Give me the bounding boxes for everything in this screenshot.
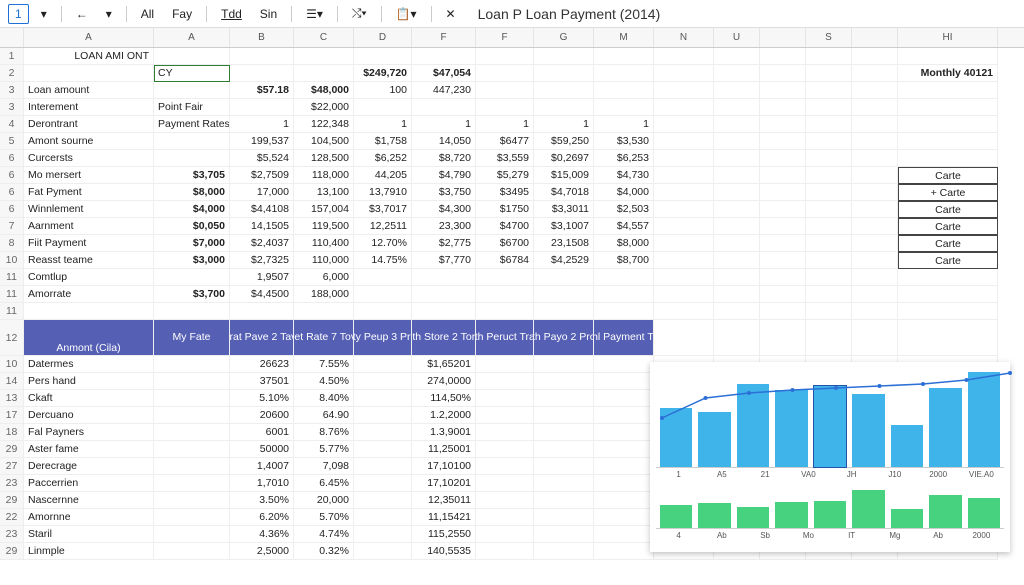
shuffle-icon[interactable]: ⤭▾ — [346, 4, 373, 23]
filter-sin[interactable]: Sin — [254, 5, 283, 23]
col-F1[interactable]: F — [412, 28, 476, 47]
col-B[interactable]: B — [230, 28, 294, 47]
document-title: Loan P Loan Payment (2014) — [478, 6, 661, 22]
list-icon[interactable]: ☰▾ — [300, 5, 329, 23]
chart-lower-bars — [656, 485, 1004, 529]
col-D[interactable]: D — [354, 28, 412, 47]
chart-upper-xaxis: 1A521VA0JHJ102000VIE.A0 — [656, 468, 1004, 479]
toolbar: 1 ▾ ← ▾ All Fay Tdd Sin ☰▾ ⤭▾ 📋▾ ✕ Loan … — [0, 0, 1024, 28]
close-tab-icon[interactable]: ✕ — [440, 5, 462, 23]
filter-fay[interactable]: Fay — [166, 5, 198, 23]
col-M[interactable]: M — [594, 28, 654, 47]
section-header: 12 Anmont (Cila) My Fate Interat Pave 2 … — [0, 320, 1024, 356]
back-chevron-icon[interactable]: ▾ — [100, 5, 118, 23]
carte-row[interactable]: Carte — [898, 218, 998, 235]
chevron-down-icon[interactable]: ▾ — [35, 5, 53, 23]
embedded-chart[interactable]: 1A521VA0JHJ102000VIE.A0 4AbSbMoITMgAb200… — [650, 362, 1010, 552]
col-U[interactable]: U — [714, 28, 760, 47]
carte-row[interactable]: Carte — [898, 252, 998, 269]
col-S[interactable]: S — [806, 28, 852, 47]
carte-row[interactable]: Carte — [898, 201, 998, 218]
column-headers: A A B C D F F G M N U S HI — [0, 28, 1024, 48]
carte-add[interactable]: + Carte — [898, 184, 998, 201]
col-F2[interactable]: F — [476, 28, 534, 47]
filter-tdd[interactable]: Tdd — [215, 5, 248, 23]
col-HI[interactable]: HI — [898, 28, 998, 47]
filter-all[interactable]: All — [135, 5, 160, 23]
carte-row[interactable]: Carte — [898, 235, 998, 252]
col-A1[interactable]: A — [24, 28, 154, 47]
back-icon[interactable]: ← — [70, 5, 94, 23]
col-C[interactable]: C — [294, 28, 354, 47]
carte-row[interactable]: Carte — [898, 167, 998, 184]
col-A2[interactable]: A — [154, 28, 230, 47]
col-N[interactable]: N — [654, 28, 714, 47]
chart-upper-bars — [656, 368, 1004, 468]
active-cell[interactable]: CY — [154, 65, 230, 82]
paste-icon[interactable]: 📋▾ — [390, 5, 423, 23]
chart-lower-xaxis: 4AbSbMoITMgAb2000 — [656, 529, 1004, 540]
col-G[interactable]: G — [534, 28, 594, 47]
dropdown-1[interactable]: 1 — [8, 4, 29, 24]
